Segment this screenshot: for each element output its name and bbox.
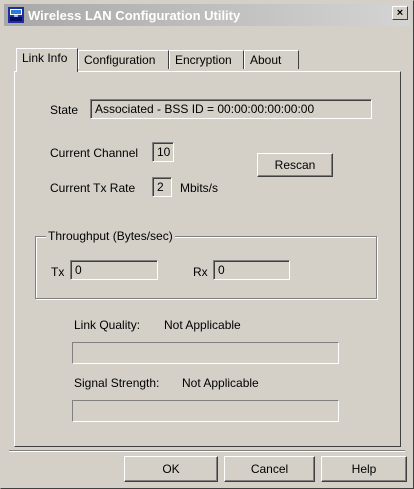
tab-label: Link Info (22, 51, 68, 65)
help-label: Help (351, 462, 377, 476)
current-channel-label: Current Channel (50, 146, 139, 160)
link-info-panel: State Associated - BSS ID = 00:00:00:00:… (14, 71, 401, 447)
ok-button[interactable]: OK (124, 456, 218, 482)
tab-configuration[interactable]: Configuration (78, 50, 169, 69)
tab-link-info[interactable]: Link Info (16, 48, 78, 72)
current-tx-rate-label: Current Tx Rate (50, 181, 136, 195)
throughput-group: Throughput (Bytes/sec) Tx 0 Rx 0 (35, 229, 377, 299)
link-quality-label: Link Quality: (74, 318, 141, 332)
current-tx-rate-field: 2 (152, 177, 172, 197)
cancel-button[interactable]: Cancel (224, 456, 315, 482)
state-field: Associated - BSS ID = 00:00:00:00:00:00 (90, 99, 372, 119)
rx-label: Rx (193, 265, 208, 279)
close-icon: × (396, 7, 404, 19)
throughput-title: Throughput (Bytes/sec) (46, 229, 175, 243)
tab-label: Configuration (84, 53, 156, 67)
state-label: State (50, 103, 79, 117)
signal-strength-label: Signal Strength: (74, 376, 160, 390)
tab-encryption[interactable]: Encryption (169, 50, 244, 69)
rescan-button[interactable]: Rescan (257, 153, 333, 177)
link-quality-bar (72, 342, 339, 364)
footer-separator (9, 450, 405, 452)
close-button[interactable]: × (392, 6, 408, 20)
rx-throughput-field: 0 (213, 260, 290, 280)
tab-label: About (250, 53, 282, 67)
link-quality-value: Not Applicable (164, 318, 241, 332)
tab-about[interactable]: About (244, 50, 299, 69)
network-icon (8, 7, 24, 23)
signal-strength-value: Not Applicable (182, 376, 259, 390)
wireless-lan-config-window: Wireless LAN Configuration Utility × Lin… (0, 0, 414, 489)
tx-label: Tx (51, 265, 65, 279)
tx-rate-unit: Mbits/s (180, 181, 219, 195)
rescan-label: Rescan (274, 158, 316, 172)
window-title: Wireless LAN Configuration Utility (28, 8, 241, 23)
title-bar[interactable]: Wireless LAN Configuration Utility × (4, 4, 410, 26)
cancel-label: Cancel (250, 462, 289, 476)
signal-strength-bar (72, 400, 339, 422)
help-button[interactable]: Help (321, 456, 407, 482)
ok-label: OK (162, 462, 180, 476)
tx-throughput-field: 0 (70, 260, 158, 280)
current-channel-field: 10 (152, 142, 174, 162)
tab-label: Encryption (175, 53, 232, 67)
